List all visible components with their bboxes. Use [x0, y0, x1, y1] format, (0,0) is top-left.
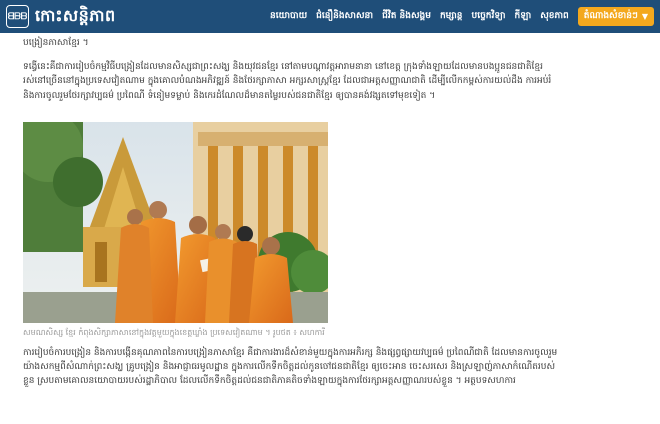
nav-dropdown-label: តំណាងសំខាន់ៗ: [583, 11, 638, 21]
article-paragraph-2: ការរៀបចំការបង្រៀន និងការបង្កើនគុណភាពនៃកា…: [23, 348, 558, 387]
nav-item-sports[interactable]: កីឡា: [515, 10, 532, 23]
photo-caption: សមណសិស្ស ខ្មែរ កំពុងសិក្សាភាសានៅក្នុងវត្…: [23, 328, 325, 337]
nav-item-politics[interactable]: នយោបាយ: [270, 10, 307, 23]
article-paragraph-intro: បង្រៀនភាសាខ្មែរ ។: [23, 38, 89, 48]
chevron-down-icon: ▼: [641, 12, 648, 21]
nav-item-religion[interactable]: ជំនឿនិងសាសនា: [316, 10, 373, 23]
article-photo: [23, 122, 328, 323]
nav-item-society[interactable]: ជីវិត និងសង្គម: [382, 10, 431, 23]
nav-item-health[interactable]: សុខភាព: [540, 10, 569, 23]
nav-item-technology[interactable]: បច្ចេកវិទ្យា: [472, 10, 506, 23]
nav-item-entertainment[interactable]: កម្សាន្ត: [440, 10, 463, 23]
site-logo[interactable]: ᗺᗹᗷ កោះសន្តិភាព: [6, 5, 116, 29]
nav-dropdown-important[interactable]: តំណាងសំខាន់ៗ ▼: [577, 7, 654, 26]
main-nav: នយោបាយ ជំនឿនិងសាសនា ជីវិត និងសង្គម កម្សា…: [261, 7, 654, 26]
site-name: កោះសន្តិភាព: [35, 5, 116, 25]
logo-icon: ᗺᗹᗷ: [6, 5, 29, 28]
article-paragraph-1: ទង្វើនេះគឺជាការរៀបចំកម្មវិធីបង្រៀនដែលមាន…: [23, 62, 552, 101]
site-header: ᗺᗹᗷ កោះសន្តិភាព នយោបាយ ជំនឿនិងសាសនា ជីវិ…: [0, 0, 660, 33]
article-body: បង្រៀនភាសាខ្មែរ ។ ទង្វើនេះគឺជាការរៀបចំកម…: [23, 33, 553, 103]
